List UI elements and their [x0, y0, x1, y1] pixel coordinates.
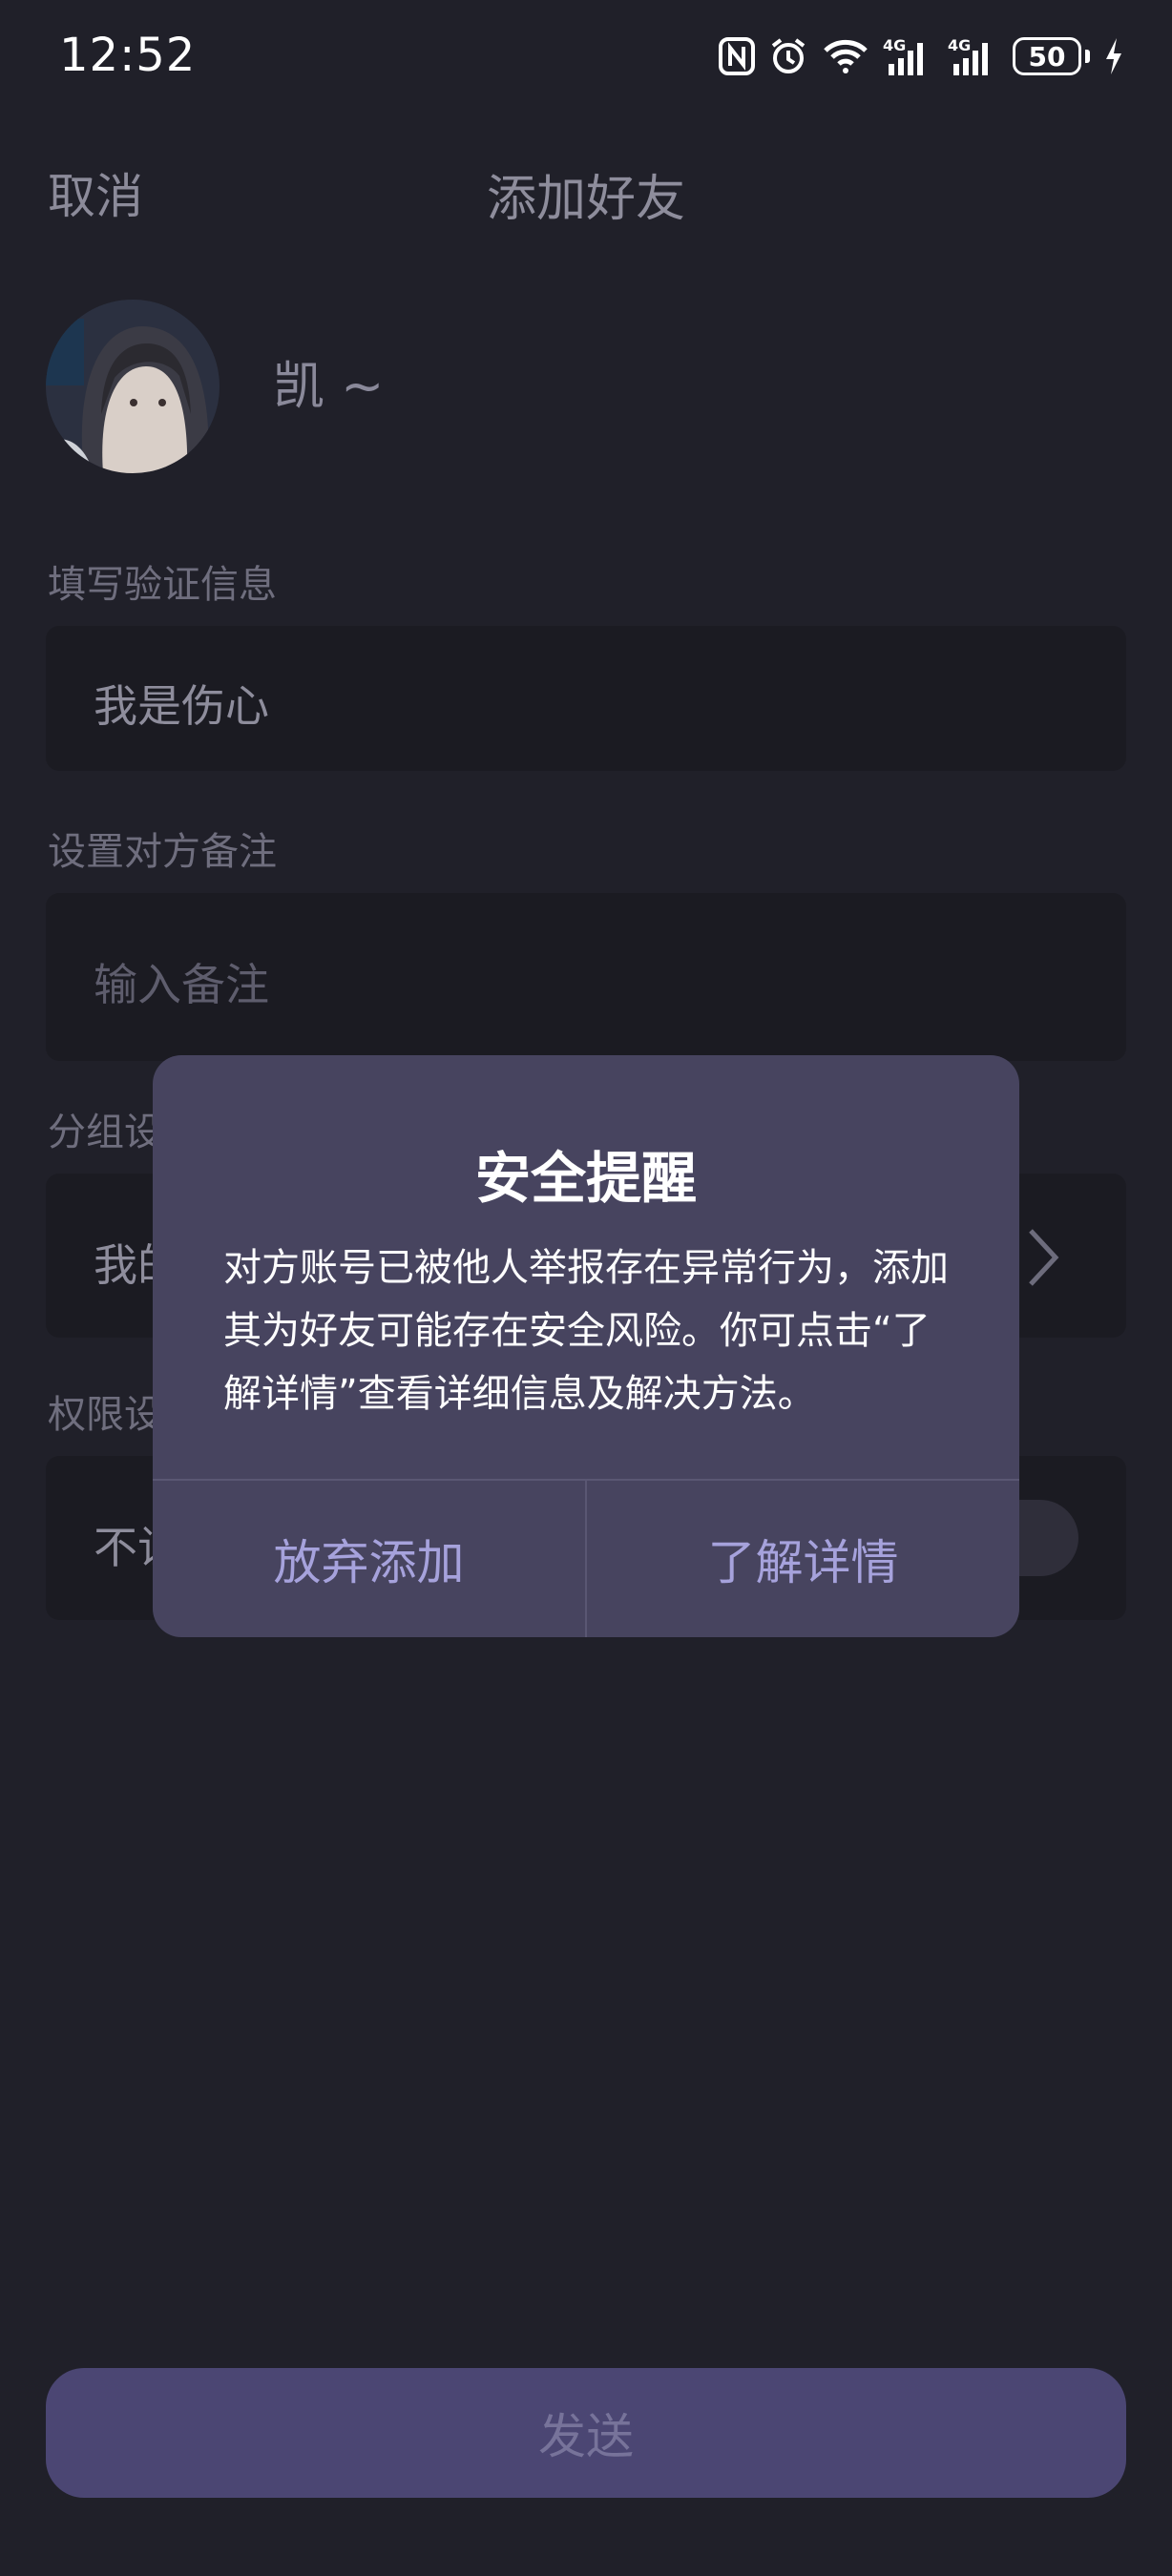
remark-field[interactable]: 输入备注: [46, 893, 1126, 1061]
status-bar: 12:52 4G 4G 50: [0, 0, 1172, 114]
charging-icon: [1103, 36, 1124, 76]
alarm-icon: [768, 36, 808, 76]
dialog-message: 对方账号已被他人举报存在异常行为，添加其为好友可能存在安全风险。你可点击“了解详…: [223, 1246, 949, 1416]
battery-level: 50: [1013, 37, 1081, 75]
svg-text:4G: 4G: [883, 36, 906, 54]
remark-label: 设置对方备注: [48, 830, 277, 874]
verify-value: 我是伤心: [94, 680, 269, 732]
cancel-button[interactable]: 取消: [48, 158, 143, 227]
status-icons: 4G 4G 50: [719, 32, 1124, 80]
top-nav: 取消 添加好友: [0, 153, 1172, 229]
page-title: 添加好友: [487, 171, 686, 228]
dialog-title: 安全提醒: [474, 1146, 697, 1211]
verify-field[interactable]: 我是伤心: [46, 626, 1126, 771]
status-time: 12:52: [59, 29, 197, 82]
verify-label: 填写验证信息: [48, 563, 277, 607]
svg-text:4G: 4G: [948, 36, 971, 54]
group-label: 分组设: [48, 1111, 162, 1154]
4g-signal-icon: 4G: [883, 35, 934, 77]
learn-more-button[interactable]: 了解详情: [587, 1481, 1019, 1637]
battery-icon: 50: [1013, 37, 1090, 75]
chevron-right-icon: [1023, 1227, 1061, 1292]
4g-signal-icon: 4G: [948, 35, 999, 77]
nfc-icon: [719, 37, 755, 75]
permission-label: 权限设: [48, 1393, 162, 1437]
wifi-icon: [822, 37, 869, 75]
send-button[interactable]: 发送: [46, 2368, 1126, 2498]
abandon-add-button[interactable]: 放弃添加: [153, 1481, 585, 1637]
security-alert-dialog: 安全提醒 对方账号已被他人举报存在异常行为，添加其为好友可能存在安全风险。你可点…: [153, 1055, 1019, 1637]
avatar: [46, 300, 220, 473]
remark-placeholder: 输入备注: [94, 959, 269, 1010]
nickname: 凯 ~: [273, 356, 385, 416]
